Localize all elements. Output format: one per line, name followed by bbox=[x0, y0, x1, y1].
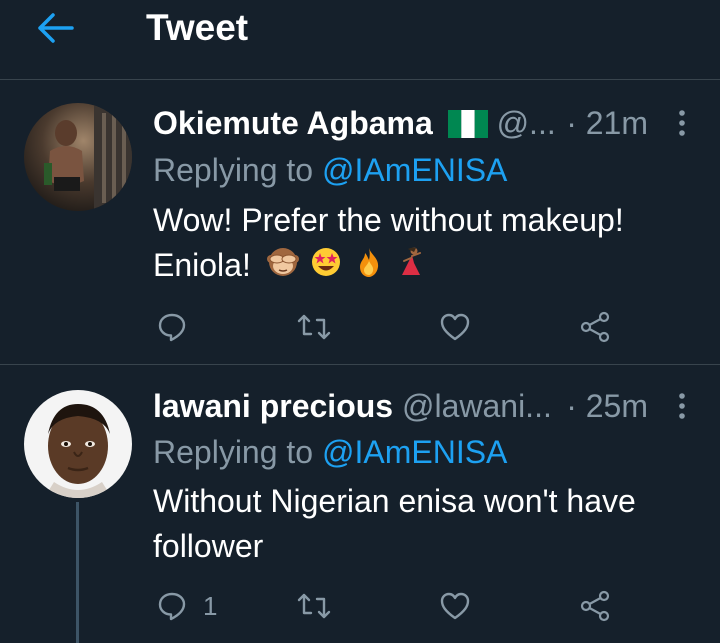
fire-icon bbox=[359, 247, 378, 277]
heart-icon bbox=[440, 592, 470, 620]
see-no-evil-monkey-icon bbox=[266, 247, 299, 276]
retweet-icon bbox=[297, 314, 331, 340]
tweet-text: Without Nigerian enisa won't have follow… bbox=[153, 479, 693, 569]
tweet-text-line: Without Nigerian enisa won't have bbox=[153, 483, 636, 519]
tweet-text: Wow! Prefer the without makeup! Eniola! bbox=[153, 198, 693, 291]
mention-link[interactable]: @IAmENISA bbox=[322, 434, 507, 470]
back-button[interactable] bbox=[32, 10, 80, 46]
reply-count: 1 bbox=[203, 590, 218, 621]
nigeria-flag-icon bbox=[447, 110, 488, 138]
tweet[interactable]: Okiemute Agbama @... · 21m Replying to @… bbox=[0, 81, 720, 365]
page-title: Tweet bbox=[146, 7, 249, 48]
display-name[interactable]: Okiemute Agbama bbox=[153, 105, 433, 141]
avatar[interactable] bbox=[24, 103, 132, 211]
tweet-actions bbox=[153, 305, 633, 349]
reply-button[interactable] bbox=[157, 305, 203, 349]
tweet-text-line: follower bbox=[153, 528, 264, 564]
tweet-text-line: Wow! Prefer the without makeup! bbox=[153, 202, 624, 238]
like-button[interactable] bbox=[439, 584, 487, 628]
mention-link[interactable]: @IAmENISA bbox=[322, 152, 507, 188]
more-options-button[interactable] bbox=[672, 384, 692, 428]
share-button[interactable] bbox=[579, 584, 611, 628]
timestamp[interactable]: · 21m bbox=[566, 101, 648, 145]
tweet-actions: 1 bbox=[153, 584, 633, 628]
reply-icon bbox=[158, 592, 186, 621]
handle[interactable]: @lawani... bbox=[402, 388, 552, 424]
replying-label: Replying to bbox=[153, 152, 322, 188]
heart-icon bbox=[440, 313, 470, 341]
more-options-button[interactable] bbox=[672, 101, 692, 145]
retweet-icon bbox=[297, 593, 331, 619]
retweet-button[interactable] bbox=[297, 584, 347, 628]
avatar-photo bbox=[24, 390, 132, 498]
more-vertical-icon bbox=[679, 393, 685, 419]
emoji-group bbox=[260, 245, 429, 291]
retweet-button[interactable] bbox=[297, 305, 347, 349]
avatar[interactable] bbox=[24, 390, 132, 498]
tweet-text-line: Eniola! bbox=[153, 247, 251, 283]
timestamp[interactable]: · 25m bbox=[566, 384, 648, 428]
tweet-text-line-2: Eniola! bbox=[153, 243, 693, 291]
like-button[interactable] bbox=[439, 305, 487, 349]
tweet[interactable]: lawani precious @lawani... · 25m Replyin… bbox=[0, 366, 720, 643]
display-name[interactable]: lawani precious bbox=[153, 388, 393, 424]
thread-line bbox=[76, 502, 79, 643]
handle[interactable]: @... bbox=[497, 105, 556, 141]
replying-label: Replying to bbox=[153, 434, 322, 470]
replying-to: Replying to @IAmENISA bbox=[153, 430, 507, 474]
top-bar: Tweet bbox=[0, 0, 720, 80]
share-icon bbox=[580, 590, 610, 622]
reply-button[interactable]: 1 bbox=[157, 584, 217, 628]
more-vertical-icon bbox=[679, 110, 685, 136]
avatar-photo bbox=[24, 103, 132, 211]
reply-icon bbox=[158, 313, 186, 342]
star-struck-icon bbox=[311, 247, 340, 276]
replying-to: Replying to @IAmENISA bbox=[153, 148, 507, 192]
share-icon bbox=[580, 311, 610, 343]
dancer-icon bbox=[402, 247, 422, 275]
arrow-left-icon bbox=[38, 13, 74, 43]
share-button[interactable] bbox=[579, 305, 611, 349]
